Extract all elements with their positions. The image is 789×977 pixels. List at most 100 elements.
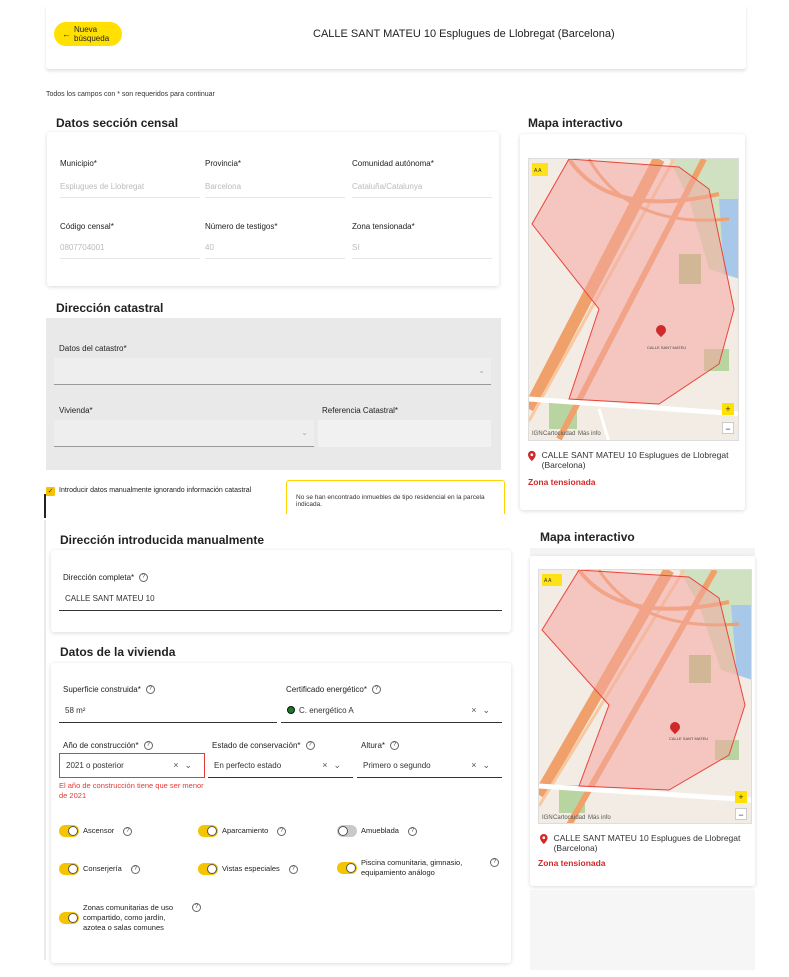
clear-and-chevron-icon[interactable]: ×⌄: [471, 705, 496, 716]
help-icon[interactable]: ?: [130, 864, 140, 874]
manual-checkbox[interactable]: ✓: [46, 487, 55, 496]
left-edge-bar: [44, 520, 46, 960]
municipio-label: Municipio*: [60, 159, 97, 168]
toggle-zonas[interactable]: Zonas comunitarias de uso compartido, co…: [59, 903, 201, 933]
help-icon[interactable]: ?: [407, 826, 417, 836]
vistas-label: Vistas especiales: [222, 864, 280, 873]
zonas-label: Zonas comunitarias de uso compartido, co…: [83, 903, 174, 932]
vivienda-select[interactable]: ⌄: [54, 420, 314, 447]
manual-card: Dirección completa*? CALLE SANT MATEU 10: [51, 550, 511, 632]
toggle-switch[interactable]: [337, 825, 357, 837]
zoom-out-button[interactable]: −: [735, 808, 747, 820]
toggle-amueblada[interactable]: Amueblada ?: [337, 825, 417, 837]
manual-checkbox-label: Introducir datos manualmente ignorando i…: [59, 487, 252, 494]
map-street-label: CALLE SANT MATEU: [647, 345, 686, 350]
toggle-vistas[interactable]: Vistas especiales ?: [198, 863, 298, 875]
help-icon[interactable]: ?: [123, 826, 133, 836]
help-icon[interactable]: ?: [145, 685, 155, 695]
map-address-bottom: CALLE SANT MATEU 10 Esplugues de Llobreg…: [540, 833, 750, 853]
map-badge: A A: [534, 168, 542, 174]
altura-value: Primero o segundo: [363, 760, 431, 770]
direccion-input[interactable]: CALLE SANT MATEU 10: [59, 586, 502, 611]
toggle-switch[interactable]: [198, 863, 218, 875]
attribution-cartociudad: Cartociudad: [553, 815, 585, 821]
direccion-label: Dirección completa*?: [63, 573, 149, 583]
referencia-label: Referencia Catastral*: [322, 406, 399, 415]
toggle-switch[interactable]: [59, 825, 79, 837]
toggle-switch[interactable]: [337, 862, 357, 874]
piscina-label: Piscina comunitaria, gimnasio, equipamie…: [361, 858, 463, 877]
address-title: CALLE SANT MATEU 10 Esplugues de Llobreg…: [313, 28, 615, 40]
anio-label-text: Año de construcción*: [63, 741, 139, 750]
help-icon[interactable]: ?: [277, 826, 287, 836]
censal-title: Datos sección censal: [56, 116, 179, 130]
toggle-switch[interactable]: [59, 863, 79, 875]
help-icon[interactable]: ?: [288, 864, 298, 874]
toggle-conserjeria[interactable]: Conserjería ?: [59, 863, 140, 875]
toggle-switch[interactable]: [198, 825, 218, 837]
tensionada-field: Sí: [352, 243, 492, 259]
arrow-left-icon: ←: [62, 29, 71, 39]
altura-select[interactable]: Primero o segundo ×⌄: [357, 753, 502, 778]
help-icon[interactable]: ?: [305, 741, 315, 751]
location-pin-icon: [540, 833, 548, 845]
toggle-ascensor[interactable]: Ascensor ?: [59, 825, 133, 837]
zona-tensionada-bottom: Zona tensionada: [538, 858, 606, 868]
estado-label-text: Estado de conservación*: [212, 741, 301, 750]
aparcamiento-label: Aparcamiento: [222, 826, 269, 835]
warning-text: No se han encontrado inmuebles de tipo r…: [296, 494, 485, 508]
certificado-select[interactable]: C. energético A ×⌄: [281, 698, 502, 723]
attribution-ign: IGN: [532, 431, 543, 437]
certificado-label: Certificado energético*?: [286, 685, 381, 695]
conserjeria-label: Conserjería: [83, 864, 122, 873]
codigo-label: Código censal*: [60, 222, 114, 231]
new-search-button[interactable]: ← Nueva búsqueda: [54, 22, 122, 46]
vivienda-label: Vivienda*: [59, 406, 93, 415]
interactive-map-bottom[interactable]: A A CALLE SANT MATEU IGN Cartociudad Más…: [538, 569, 752, 824]
referencia-field[interactable]: [318, 420, 491, 447]
help-icon[interactable]: ?: [139, 573, 149, 583]
help-icon[interactable]: ?: [390, 741, 400, 751]
map-card-bottom-bg: [530, 548, 755, 556]
vivienda-card: Superficie construida*? 58 m² Certificad…: [51, 663, 511, 963]
clear-and-chevron-icon[interactable]: ×⌄: [322, 760, 347, 771]
attribution-mas-info: Más info: [578, 431, 601, 437]
clear-and-chevron-icon[interactable]: ×⌄: [173, 760, 198, 771]
certificado-label-text: Certificado energético*: [286, 685, 367, 694]
map-graphic: A A CALLE SANT MATEU IGN Cartociudad Más…: [539, 570, 751, 823]
altura-label: Altura*?: [361, 741, 400, 751]
datos-catastro-select[interactable]: ⌄: [54, 358, 491, 385]
anio-select[interactable]: 2021 o posterior ×⌄: [59, 753, 205, 778]
right-gray-column: [530, 890, 755, 970]
toggle-switch[interactable]: [59, 912, 79, 924]
censal-card: Municipio* Esplugues de Llobregat Provin…: [47, 132, 499, 286]
datos-catastro-label: Datos del catastro*: [59, 344, 127, 353]
chevron-down-icon: ⌄: [301, 428, 308, 437]
anio-value: 2021 o posterior: [66, 761, 124, 770]
required-note: Todos los campos con * son requeridos pa…: [46, 91, 215, 98]
location-pin-icon: [528, 450, 536, 462]
help-icon[interactable]: ?: [192, 903, 201, 912]
help-icon[interactable]: ?: [143, 741, 153, 751]
interactive-map-top[interactable]: A A CALLE SANT MATEU IGN Cartociudad Más…: [528, 158, 739, 441]
help-icon[interactable]: ?: [371, 685, 381, 695]
attribution-mas-info: Más info: [588, 815, 611, 821]
map-address-top: CALLE SANT MATEU 10 Esplugues de Llobreg…: [528, 450, 740, 470]
ascensor-label: Ascensor: [83, 826, 115, 835]
help-icon[interactable]: ?: [490, 858, 499, 867]
zoom-in-button[interactable]: +: [722, 403, 734, 415]
superficie-input[interactable]: 58 m²: [59, 698, 277, 723]
chevron-down-icon: ⌄: [478, 366, 485, 375]
vivienda-title: Datos de la vivienda: [60, 645, 176, 659]
map-card-top: A A CALLE SANT MATEU IGN Cartociudad Más…: [520, 134, 745, 510]
provincia-field: Barcelona: [205, 182, 345, 198]
toggle-aparcamiento[interactable]: Aparcamiento ?: [198, 825, 287, 837]
map-street-label: CALLE SANT MATEU: [669, 736, 708, 741]
provincia-label: Provincia*: [205, 159, 242, 168]
clear-and-chevron-icon[interactable]: ×⌄: [471, 760, 496, 771]
zoom-out-button[interactable]: −: [722, 422, 734, 434]
toggle-piscina[interactable]: Piscina comunitaria, gimnasio, equipamie…: [337, 858, 499, 878]
map-address-text: CALLE SANT MATEU 10 Esplugues de Llobreg…: [541, 450, 729, 470]
estado-select[interactable]: En perfecto estado ×⌄: [208, 753, 353, 778]
zoom-in-button[interactable]: +: [735, 791, 747, 803]
